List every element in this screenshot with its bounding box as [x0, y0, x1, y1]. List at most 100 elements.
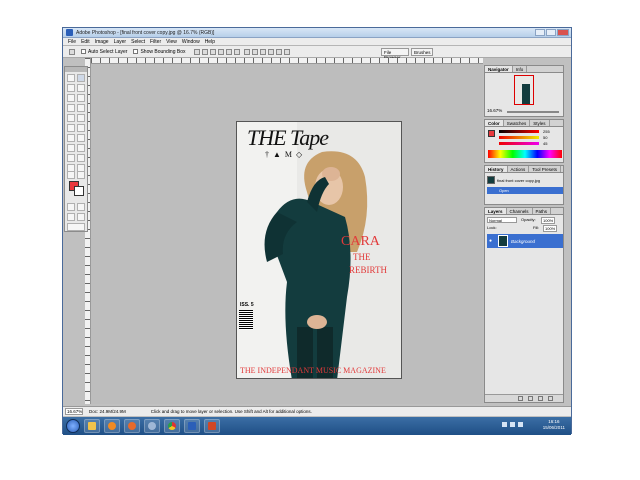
blue-value[interactable]: 45 — [543, 141, 547, 146]
clone-stamp-tool-icon[interactable] — [67, 114, 75, 122]
zoom-tool-icon[interactable] — [77, 171, 85, 179]
menu-select[interactable]: Select — [131, 39, 145, 45]
lasso-tool-icon[interactable] — [67, 84, 75, 92]
tab-history[interactable]: History — [485, 166, 508, 172]
tab-layers[interactable]: Layers — [485, 208, 507, 214]
hand-tool-icon[interactable] — [67, 171, 75, 179]
move-tool-preset-icon[interactable] — [69, 48, 75, 55]
tab-styles[interactable]: Styles — [530, 120, 550, 126]
menu-filter[interactable]: Filter — [150, 39, 161, 45]
dodge-tool-icon[interactable] — [77, 134, 85, 142]
menu-file[interactable]: File — [68, 39, 76, 45]
menu-help[interactable]: Help — [205, 39, 215, 45]
taskbar-photoshop-icon[interactable] — [184, 419, 200, 433]
distribute-bottom-icon[interactable] — [259, 48, 266, 55]
red-slider[interactable] — [499, 130, 539, 133]
shape-tool-icon[interactable] — [77, 154, 85, 162]
distribute-right-icon[interactable] — [283, 48, 290, 55]
trash-icon[interactable] — [548, 396, 553, 401]
distribute-center-icon[interactable] — [275, 48, 282, 55]
quick-mask-mode-icon[interactable] — [77, 203, 85, 211]
tab-swatches[interactable]: Swatches — [504, 120, 531, 126]
healing-brush-tool-icon[interactable] — [67, 104, 75, 112]
move-tool-icon[interactable] — [77, 74, 85, 82]
minimize-button[interactable] — [535, 29, 545, 36]
eraser-tool-icon[interactable] — [67, 124, 75, 132]
pen-tool-icon[interactable] — [67, 154, 75, 162]
menu-view[interactable]: View — [166, 39, 177, 45]
blur-tool-icon[interactable] — [67, 134, 75, 142]
brushes-tab[interactable]: Brushes — [411, 48, 433, 56]
tab-tool-presets[interactable]: Tool Presets — [529, 166, 562, 172]
history-brush-tool-icon[interactable] — [77, 114, 85, 122]
tab-actions[interactable]: Actions — [508, 166, 530, 172]
layer-row-background[interactable]: ● Background — [487, 234, 563, 248]
crop-tool-icon[interactable] — [67, 94, 75, 102]
tray-network-icon[interactable] — [510, 422, 515, 427]
blend-mode-select[interactable]: Normal — [487, 217, 517, 223]
history-snapshot-row[interactable]: final front cover copy.jpg — [487, 175, 563, 185]
doc-size-info[interactable]: Doc: 24.9M/24.9M — [89, 409, 126, 414]
menu-image[interactable]: Image — [95, 39, 109, 45]
tab-color[interactable]: Color — [485, 120, 504, 126]
brush-tool-icon[interactable] — [77, 104, 85, 112]
screen-mode-standard-icon[interactable] — [67, 213, 75, 221]
menu-edit[interactable]: Edit — [81, 39, 90, 45]
taskbar-firefox-icon[interactable] — [124, 419, 140, 433]
toolbox-grip[interactable] — [65, 67, 87, 72]
color-fg-swatch[interactable] — [488, 130, 495, 137]
align-bottom-icon[interactable] — [209, 48, 216, 55]
blue-slider[interactable] — [499, 142, 539, 145]
auto-select-layer-checkbox[interactable] — [81, 49, 86, 54]
gradient-tool-icon[interactable] — [77, 124, 85, 132]
screen-mode-full-icon[interactable] — [77, 213, 85, 221]
red-value[interactable]: 255 — [543, 129, 550, 134]
status-zoom-field[interactable]: 16.67% — [65, 408, 83, 415]
menu-layer[interactable]: Layer — [114, 39, 127, 45]
taskbar-itunes-icon[interactable] — [144, 419, 160, 433]
fill-field[interactable]: 100% — [543, 225, 558, 232]
layer-visibility-eye-icon[interactable]: ● — [489, 238, 495, 244]
distribute-top-icon[interactable] — [243, 48, 250, 55]
navigator-thumbnail[interactable] — [514, 75, 534, 105]
taskbar-clock[interactable]: 16:16 15/06/2011 — [543, 419, 565, 431]
tab-channels[interactable]: Channels — [507, 208, 533, 214]
path-selection-tool-icon[interactable] — [67, 144, 75, 152]
distribute-left-icon[interactable] — [267, 48, 274, 55]
start-button[interactable] — [66, 419, 80, 433]
tray-flag-icon[interactable] — [502, 422, 507, 427]
background-color-swatch[interactable] — [74, 186, 84, 196]
jump-to-imageready-icon[interactable] — [67, 223, 85, 231]
close-button[interactable] — [557, 29, 569, 36]
align-center-icon[interactable] — [225, 48, 232, 55]
history-step-open[interactable]: Open — [487, 187, 563, 194]
taskbar-explorer-icon[interactable] — [84, 419, 100, 433]
opacity-field[interactable]: 100% — [541, 217, 556, 224]
magic-wand-tool-icon[interactable] — [77, 84, 85, 92]
align-top-icon[interactable] — [193, 48, 200, 55]
align-left-icon[interactable] — [217, 48, 224, 55]
color-spectrum-ramp[interactable] — [488, 150, 562, 158]
align-right-icon[interactable] — [233, 48, 240, 55]
menu-window[interactable]: Window — [182, 39, 200, 45]
tab-info[interactable]: Info — [513, 66, 528, 72]
add-mask-icon[interactable] — [528, 396, 533, 401]
navigator-zoom[interactable]: 16.67% — [487, 108, 502, 113]
taskbar-media-player-icon[interactable] — [104, 419, 120, 433]
green-slider[interactable] — [499, 136, 539, 139]
tab-paths[interactable]: Paths — [533, 208, 552, 214]
align-middle-icon[interactable] — [201, 48, 208, 55]
navigator-zoom-slider[interactable] — [507, 111, 559, 113]
green-value[interactable]: 50 — [543, 135, 547, 140]
tab-navigator[interactable]: Navigator — [485, 66, 513, 72]
taskbar-chrome-icon[interactable] — [164, 419, 180, 433]
new-layer-icon[interactable] — [538, 396, 543, 401]
maximize-button[interactable] — [546, 29, 556, 36]
slice-tool-icon[interactable] — [77, 94, 85, 102]
file-browser-tab[interactable]: File Browser — [381, 48, 409, 60]
document-canvas[interactable]: THE Tape † ▲ M ◇ CARA THE REBIRTH ISS. 5… — [236, 121, 402, 379]
marquee-tool-icon[interactable] — [67, 74, 75, 82]
show-bounding-box-checkbox[interactable] — [133, 49, 139, 54]
tray-volume-icon[interactable] — [518, 422, 523, 427]
add-layer-style-icon[interactable] — [518, 396, 523, 401]
